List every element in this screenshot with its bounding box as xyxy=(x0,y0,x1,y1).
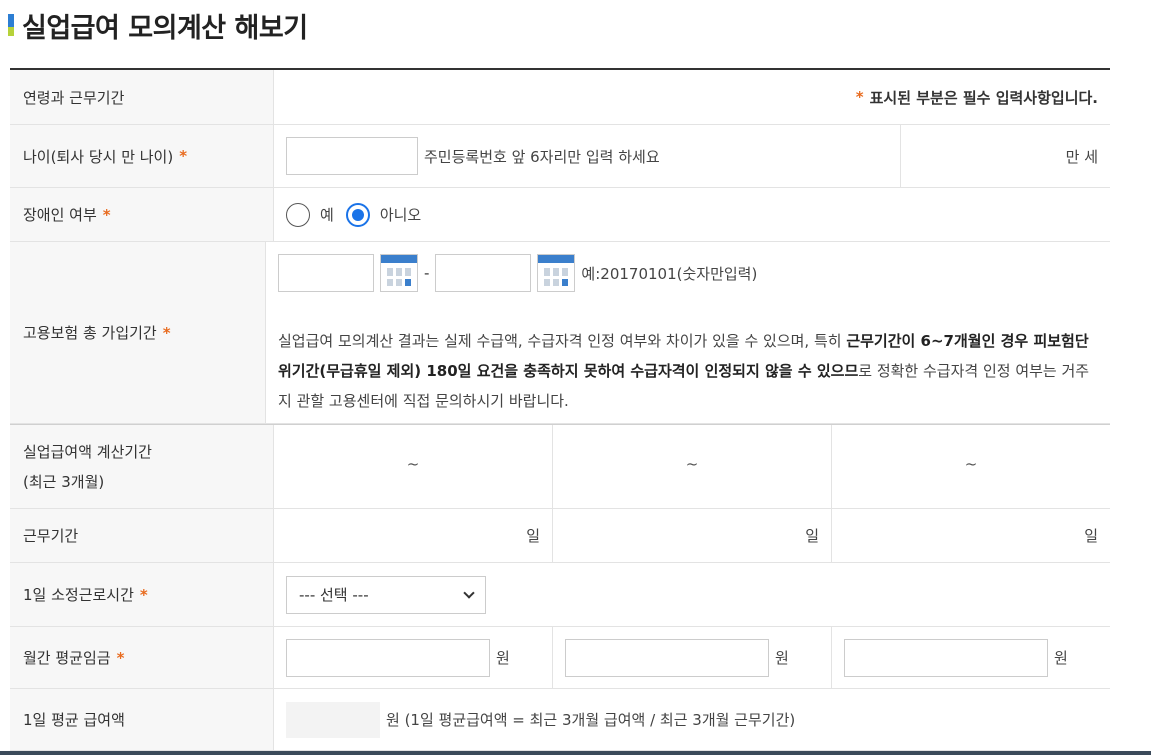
calc-period-3: ~ xyxy=(964,455,978,473)
wage-input-1[interactable] xyxy=(286,638,490,677)
radio-no-label: 아니오 xyxy=(379,206,422,224)
monthly-wage-row: 월간 평균임금 * 원 원 원 xyxy=(10,627,1110,689)
calc-period-2: ~ xyxy=(553,425,832,508)
select-value: --- 선택 --- xyxy=(299,586,369,604)
calc-period-1: ~ xyxy=(274,425,553,508)
wage-unit: 원 xyxy=(775,649,789,667)
daily-hours-label: 1일 소정근로시간 * xyxy=(10,563,274,626)
wage-input-3[interactable] xyxy=(844,638,1048,677)
age-hint: 주민등록번호 앞 6자리만 입력 하세요 xyxy=(424,147,660,166)
daily-average-formula: 원 (1일 평균급여액 = 최근 3개월 급여액 / 최근 3개월 근무기간) xyxy=(386,711,796,729)
calc-period-row: 실업급여액 계산기간 (최근 3개월) ~ ~ ~ xyxy=(10,424,1110,509)
insurance-date-range: - 예:20170101(숫자만입력) xyxy=(278,254,1098,292)
disability-label: 장애인 여부 * xyxy=(10,188,274,241)
wage-input-2[interactable] xyxy=(565,638,769,677)
insurance-label: 고용보험 총 가입기간 * xyxy=(10,242,266,423)
monthly-wage-label: 월간 평균임금 * xyxy=(10,627,274,688)
required-star: * xyxy=(179,147,188,165)
age-row: 나이(퇴사 당시 만 나이) * 주민등록번호 앞 6자리만 입력 하세요 만 세 xyxy=(10,125,1110,188)
daily-average-label: 1일 평균 급여액 xyxy=(10,689,274,750)
date-hint: 예:20170101(숫자만입력) xyxy=(581,264,758,283)
calculator-form: 연령과 근무기간 * 표시된 부분은 필수 입력사항입니다. 나이(퇴사 당시 … xyxy=(10,68,1110,751)
wage-unit: 원 xyxy=(496,649,510,667)
work-period-row: 근무기간 일 일 일 xyxy=(10,509,1110,563)
page-header: 실업급여 모의계산 해보기 xyxy=(8,8,308,44)
required-star: * xyxy=(855,88,864,106)
daily-hours-row: 1일 소정근로시간 * --- 선택 --- xyxy=(10,563,1110,627)
radio-yes-label: 예 xyxy=(320,206,334,224)
calendar-icon[interactable] xyxy=(380,254,418,292)
age-unit: 만 세 xyxy=(900,125,1110,187)
radio-no[interactable] xyxy=(345,202,370,227)
work-days-3: 일 xyxy=(1084,527,1098,545)
insurance-period-row: 고용보험 총 가입기간 * - 예:20170101(숫자만입력) 실업급여 모의… xyxy=(10,242,1110,424)
work-days-1: 일 xyxy=(274,509,553,562)
page-edge xyxy=(1113,0,1151,755)
daily-average-row: 1일 평균 급여액 원 (1일 평균급여액 = 최근 3개월 급여액 / 최근 … xyxy=(10,689,1110,751)
work-days-2: 일 xyxy=(553,509,832,562)
required-star: * xyxy=(162,323,171,342)
disability-row: 장애인 여부 * 예 아니오 xyxy=(10,188,1110,242)
insurance-notice: 실업급여 모의계산 결과는 실제 수급액, 수급자격 인정 여부와 차이가 있을… xyxy=(278,332,1090,410)
age-label: 나이(퇴사 당시 만 나이) * xyxy=(10,125,274,187)
page-title: 실업급여 모의계산 해보기 xyxy=(22,12,308,44)
required-star: * xyxy=(102,205,111,224)
required-note: * 표시된 부분은 필수 입력사항입니다. xyxy=(274,70,1110,124)
radio-yes[interactable] xyxy=(286,202,310,227)
bottom-bar xyxy=(0,751,1151,755)
required-note-text: 표시된 부분은 필수 입력사항입니다. xyxy=(869,88,1098,107)
wage-unit: 원 xyxy=(1054,649,1068,667)
section-label: 연령과 근무기간 xyxy=(10,70,274,124)
title-accent-mark xyxy=(8,14,14,36)
chevron-down-icon xyxy=(463,586,475,599)
daily-average-value xyxy=(286,701,380,738)
end-date-input[interactable] xyxy=(435,254,532,292)
required-star: * xyxy=(116,648,125,667)
required-star: * xyxy=(139,585,148,604)
start-date-input[interactable] xyxy=(278,254,374,292)
age-input[interactable] xyxy=(286,137,418,175)
calendar-icon[interactable] xyxy=(537,254,576,292)
form-header-row: 연령과 근무기간 * 표시된 부분은 필수 입력사항입니다. xyxy=(10,70,1110,125)
work-period-label: 근무기간 xyxy=(10,509,274,562)
daily-hours-select[interactable]: --- 선택 --- xyxy=(286,575,486,614)
calc-period-label: 실업급여액 계산기간 (최근 3개월) xyxy=(10,425,274,508)
date-range-dash: - xyxy=(424,264,430,282)
